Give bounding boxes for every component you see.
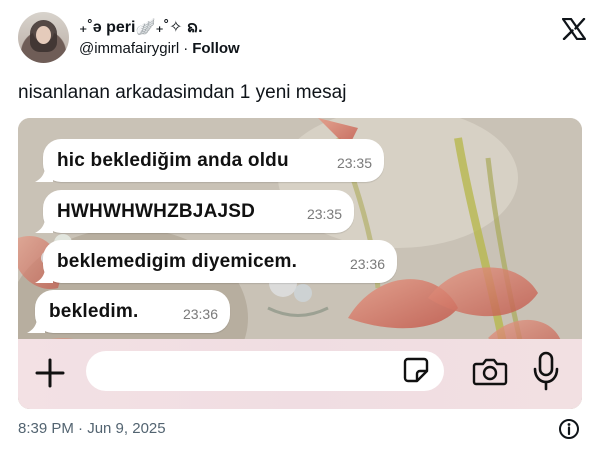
message-time: 23:36: [182, 306, 218, 322]
message-time: 23:36: [349, 256, 385, 272]
microphone-icon[interactable]: [532, 351, 560, 391]
follow-button[interactable]: Follow: [192, 40, 240, 57]
message-bubble[interactable]: hic beklediğim anda oldu 23:35: [35, 139, 384, 182]
message-bubble[interactable]: bekledim. 23:36: [27, 290, 230, 333]
handle-row: @immafairygirl · Follow: [79, 40, 240, 57]
user-handle[interactable]: @immafairygirl: [79, 40, 179, 57]
camera-icon[interactable]: [472, 355, 508, 387]
post-text: nisanlanan arkadasimdan 1 yeni mesaj: [18, 82, 347, 103]
message-time: 23:35: [306, 206, 342, 222]
message-time: 23:35: [336, 155, 372, 171]
post-header: ₊˚ə peri🪽₊˚✧ ᨦ. @immafairygirl · Follow: [18, 12, 588, 64]
bubble-tail: [27, 317, 45, 333]
bubble-tail: [35, 166, 53, 182]
message-bubble[interactable]: HWHWHWHZBJAJSD 23:35: [35, 190, 354, 233]
x-logo-icon[interactable]: [562, 18, 586, 40]
post-timestamp[interactable]: 8:39 PM · Jun 9, 2025: [18, 420, 166, 437]
message-input[interactable]: [86, 351, 444, 391]
plus-icon[interactable]: [34, 357, 66, 389]
display-name[interactable]: ₊˚ə peri🪽₊˚✧ ᨦ.: [79, 16, 203, 41]
info-icon[interactable]: [558, 418, 580, 440]
separator-dot: ·: [183, 40, 189, 57]
message-bubble[interactable]: beklemedigim diyemicem. 23:36: [35, 240, 397, 283]
bubble-tail: [35, 217, 53, 233]
message-text: beklemedigim diyemicem.: [57, 250, 298, 272]
avatar[interactable]: [18, 12, 69, 63]
bubble-tail: [35, 267, 53, 283]
message-text: HWHWHWHZBJAJSD: [57, 200, 256, 222]
message-composer: [18, 339, 582, 409]
message-text: bekledim.: [49, 300, 139, 322]
post-media-screenshot[interactable]: hic beklediğim anda oldu 23:35 HWHWHWHZB…: [18, 118, 582, 409]
message-text: hic beklediğim anda oldu: [57, 149, 289, 171]
sticker-icon[interactable]: [402, 356, 430, 384]
